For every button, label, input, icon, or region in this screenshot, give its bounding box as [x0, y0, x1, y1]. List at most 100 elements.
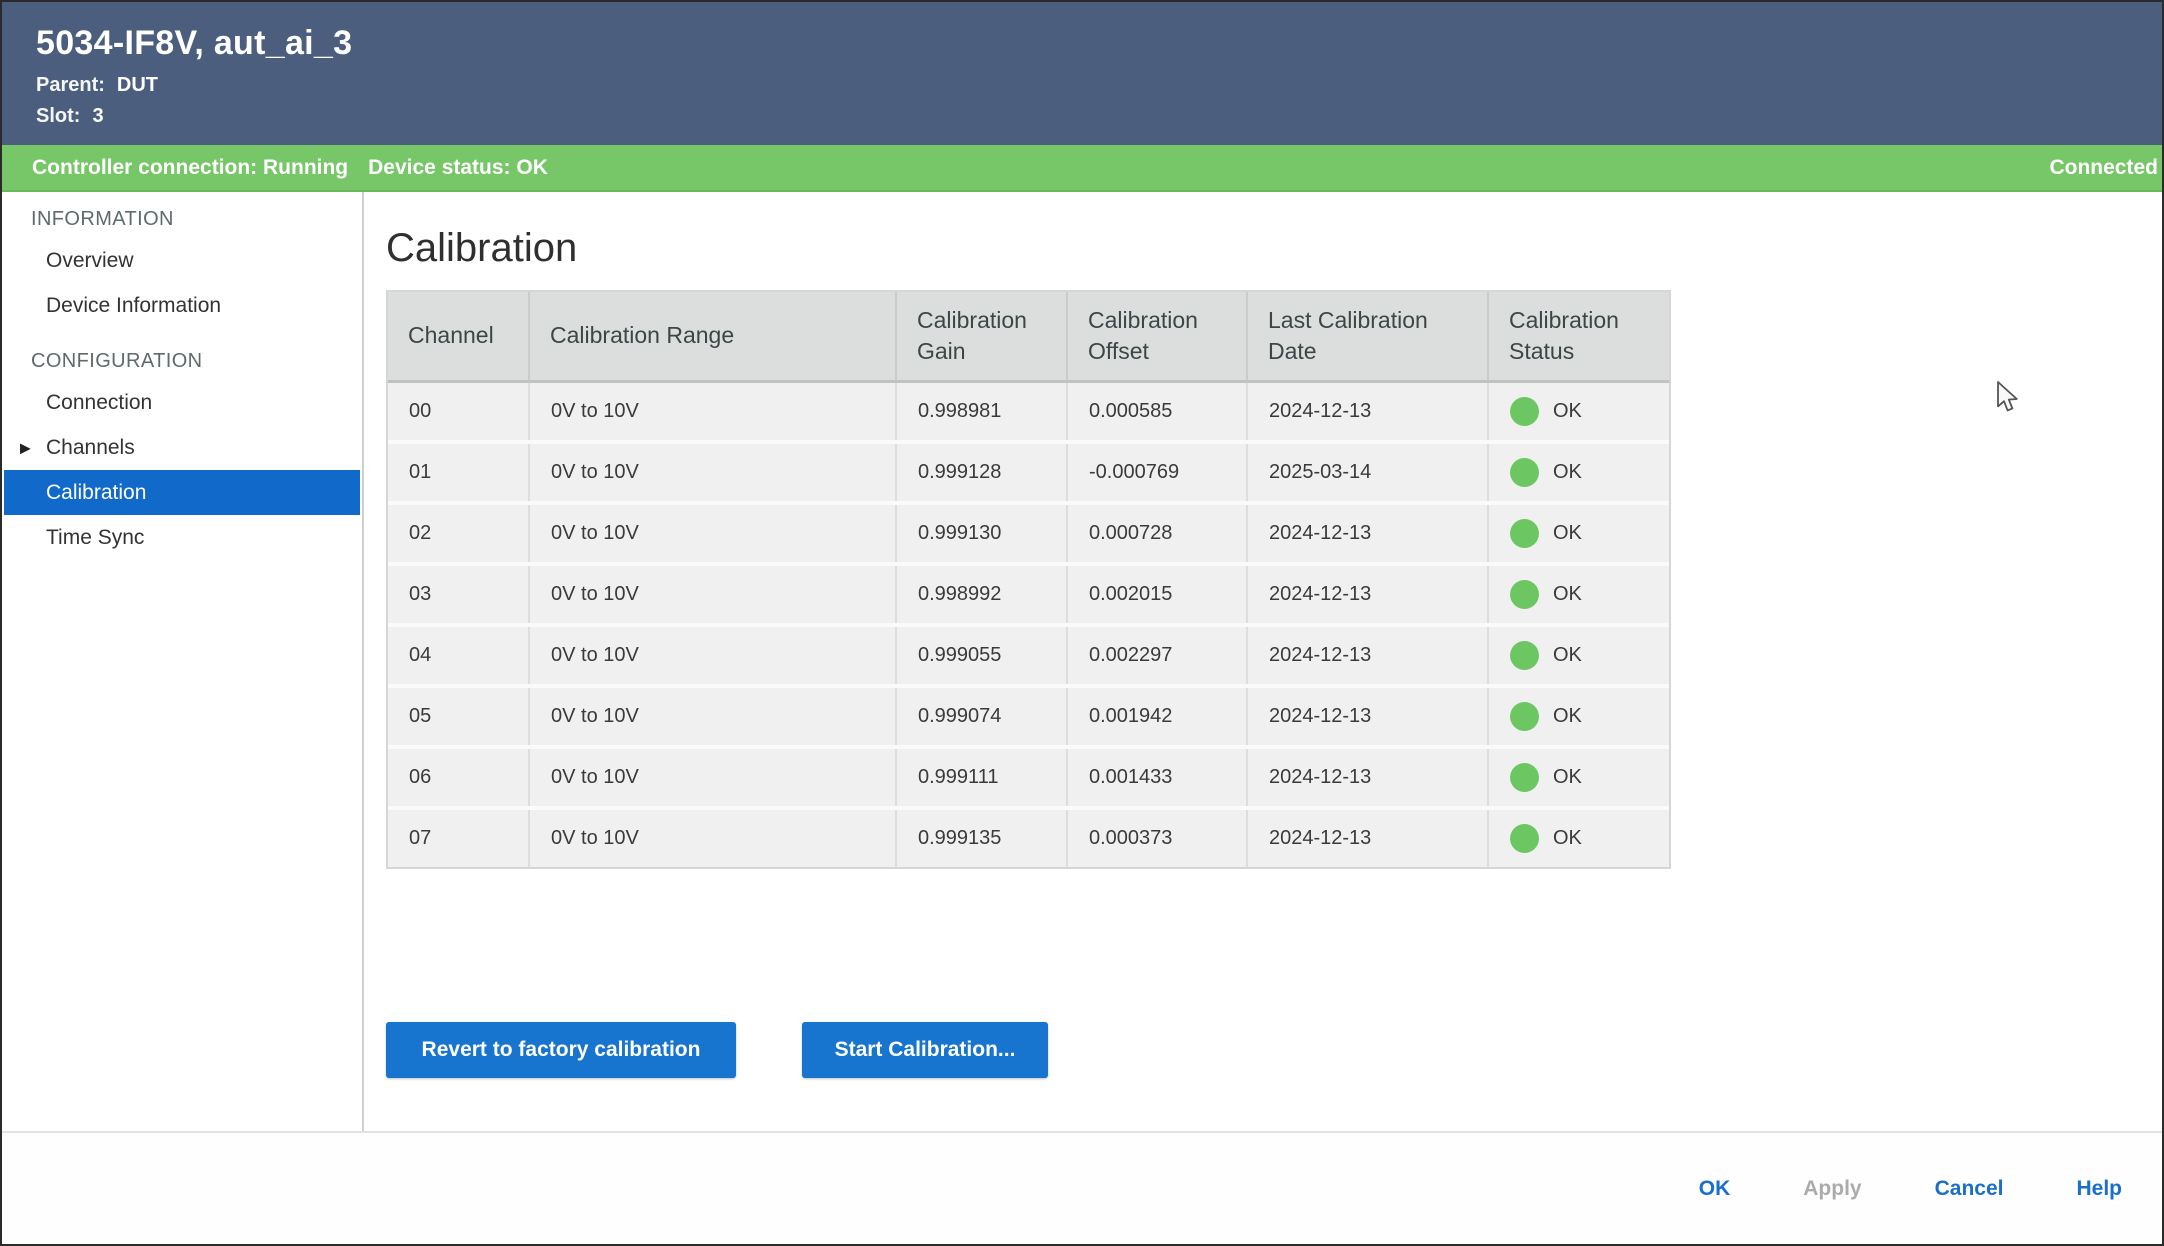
- status-label: OK: [1553, 644, 1582, 667]
- sidebar-item-calibration[interactable]: Calibration: [4, 470, 360, 515]
- offset-cell: 0.000373: [1067, 808, 1247, 867]
- column-header-calibration-status: Calibration Status: [1488, 292, 1669, 381]
- sidebar-section-configuration: CONFIGURATION: [2, 342, 362, 380]
- date-cell: 2024-12-13: [1247, 564, 1488, 625]
- apply-button[interactable]: Apply: [1803, 1177, 1861, 1201]
- range-cell: 0V to 10V: [529, 625, 896, 686]
- channel-cell: 02: [388, 503, 529, 564]
- gain-cell: 0.999055: [896, 625, 1067, 686]
- table-row: 03 0V to 10V 0.998992 0.002015 2024-12-1…: [388, 564, 1669, 625]
- date-cell: 2025-03-14: [1247, 442, 1488, 503]
- content-area: INFORMATION Overview Device Information …: [2, 192, 2162, 1131]
- status-label: OK: [1553, 583, 1582, 606]
- sidebar-item-device-information[interactable]: Device Information: [4, 283, 360, 328]
- table-row: 00 0V to 10V 0.998981 0.000585 2024-12-1…: [388, 381, 1669, 442]
- device-header: 5034-IF8V, aut_ai_3 Parent: DUT Slot: 3: [2, 2, 2162, 145]
- revert-factory-calibration-button[interactable]: Revert to factory calibration: [386, 1022, 736, 1078]
- channel-cell: 05: [388, 686, 529, 747]
- gain-cell: 0.999128: [896, 442, 1067, 503]
- connected-badge: Connected: [2049, 156, 2158, 180]
- offset-cell: 0.002015: [1067, 564, 1247, 625]
- sidebar-item-time-sync[interactable]: Time Sync: [4, 515, 360, 560]
- status-label: OK: [1553, 400, 1582, 423]
- status-label: OK: [1553, 827, 1582, 850]
- chevron-right-icon[interactable]: ▶: [20, 439, 31, 456]
- sidebar-item-label: Calibration: [46, 481, 146, 505]
- status-cell: OK: [1488, 503, 1669, 564]
- table-row: 04 0V to 10V 0.999055 0.002297 2024-12-1…: [388, 625, 1669, 686]
- status-cell: OK: [1488, 625, 1669, 686]
- status-label: OK: [1553, 522, 1582, 545]
- parent-value: DUT: [117, 74, 158, 96]
- table-row: 06 0V to 10V 0.999111 0.001433 2024-12-1…: [388, 747, 1669, 808]
- status-bar-left: Controller connection: Running Device st…: [32, 156, 548, 180]
- status-cell: OK: [1488, 808, 1669, 867]
- app-window: 5034-IF8V, aut_ai_3 Parent: DUT Slot: 3 …: [0, 0, 2164, 1246]
- cancel-button[interactable]: Cancel: [1935, 1177, 2004, 1201]
- status-ok-icon: [1510, 458, 1539, 487]
- range-cell: 0V to 10V: [529, 564, 896, 625]
- status-ok-icon: [1510, 519, 1539, 548]
- sidebar-item-label: Connection: [46, 391, 152, 415]
- sidebar-item-connection[interactable]: Connection: [4, 380, 360, 425]
- channel-cell: 01: [388, 442, 529, 503]
- column-header-last-calibration-date: Last Calibration Date: [1247, 292, 1488, 381]
- offset-cell: 0.000585: [1067, 381, 1247, 442]
- sidebar-item-label: Time Sync: [46, 526, 144, 550]
- range-cell: 0V to 10V: [529, 686, 896, 747]
- column-header-calibration-gain: Calibration Gain: [896, 292, 1067, 381]
- table-row: 05 0V to 10V 0.999074 0.001942 2024-12-1…: [388, 686, 1669, 747]
- date-cell: 2024-12-13: [1247, 625, 1488, 686]
- table-row: 01 0V to 10V 0.999128 -0.000769 2025-03-…: [388, 442, 1669, 503]
- date-cell: 2024-12-13: [1247, 686, 1488, 747]
- status-cell: OK: [1488, 564, 1669, 625]
- gain-cell: 0.999074: [896, 686, 1067, 747]
- gain-cell: 0.998981: [896, 381, 1067, 442]
- status-ok-icon: [1510, 763, 1539, 792]
- sidebar-item-label: Channels: [46, 436, 135, 460]
- channel-cell: 00: [388, 381, 529, 442]
- offset-cell: 0.001942: [1067, 686, 1247, 747]
- column-header-calibration-offset: Calibration Offset: [1067, 292, 1247, 381]
- controller-connection-status: Controller connection: Running: [32, 156, 348, 180]
- dialog-footer: OK Apply Cancel Help: [2, 1131, 2162, 1244]
- channel-cell: 03: [388, 564, 529, 625]
- slot-label: Slot:: [36, 105, 80, 127]
- offset-cell: -0.000769: [1067, 442, 1247, 503]
- range-cell: 0V to 10V: [529, 808, 896, 867]
- channel-cell: 06: [388, 747, 529, 808]
- slot-value: 3: [92, 105, 103, 127]
- table-row: 07 0V to 10V 0.999135 0.000373 2024-12-1…: [388, 808, 1669, 867]
- status-label: OK: [1553, 766, 1582, 789]
- ok-button[interactable]: OK: [1699, 1177, 1731, 1201]
- status-bar: Controller connection: Running Device st…: [2, 145, 2162, 192]
- sidebar-item-channels[interactable]: ▶ Channels: [4, 425, 360, 470]
- slot-row: Slot: 3: [36, 105, 2128, 127]
- column-header-calibration-range: Calibration Range: [529, 292, 896, 381]
- sidebar: INFORMATION Overview Device Information …: [2, 192, 364, 1131]
- table-header-row: Channel Calibration Range Calibration Ga…: [388, 292, 1669, 381]
- offset-cell: 0.002297: [1067, 625, 1247, 686]
- device-status: Device status: OK: [368, 156, 548, 180]
- main-panel: Calibration Channel Calibration: [364, 192, 2162, 1131]
- status-ok-icon: [1510, 824, 1539, 853]
- status-ok-icon: [1510, 641, 1539, 670]
- date-cell: 2024-12-13: [1247, 381, 1488, 442]
- page-title: Calibration: [386, 226, 2162, 270]
- gain-cell: 0.999130: [896, 503, 1067, 564]
- range-cell: 0V to 10V: [529, 503, 896, 564]
- date-cell: 2024-12-13: [1247, 503, 1488, 564]
- status-cell: OK: [1488, 381, 1669, 442]
- range-cell: 0V to 10V: [529, 747, 896, 808]
- device-title: 5034-IF8V, aut_ai_3: [36, 24, 2128, 62]
- column-header-channel: Channel: [388, 292, 529, 381]
- help-button[interactable]: Help: [2076, 1177, 2122, 1201]
- start-calibration-button[interactable]: Start Calibration...: [802, 1022, 1048, 1078]
- range-cell: 0V to 10V: [529, 442, 896, 503]
- status-ok-icon: [1510, 397, 1539, 426]
- status-ok-icon: [1510, 580, 1539, 609]
- gain-cell: 0.998992: [896, 564, 1067, 625]
- status-cell: OK: [1488, 686, 1669, 747]
- sidebar-item-overview[interactable]: Overview: [4, 238, 360, 283]
- calibration-table: Channel Calibration Range Calibration Ga…: [386, 290, 1671, 869]
